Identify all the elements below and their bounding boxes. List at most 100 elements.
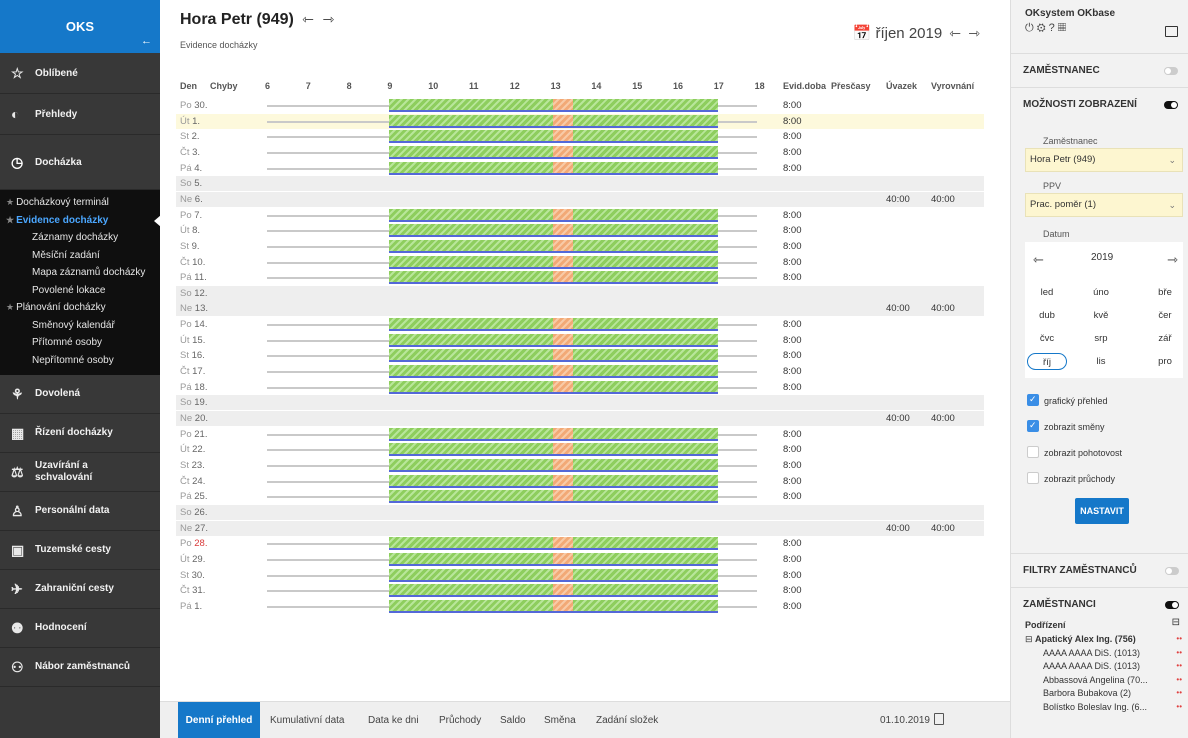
next-employee-icon[interactable]: ⇾ xyxy=(322,11,334,27)
table-row[interactable]: Út 8. 8:00 xyxy=(176,223,984,238)
employee-item[interactable]: AAAA AAAA DiS. (1013) xyxy=(1043,661,1188,671)
submenu-item[interactable]: Záznamy docházky xyxy=(0,229,160,247)
toggle-filtry[interactable] xyxy=(1165,567,1179,575)
table-row[interactable]: So 12. xyxy=(176,285,984,301)
help-icon[interactable]: ? xyxy=(1049,22,1058,34)
toggle-zamestnanec[interactable] xyxy=(1164,67,1178,75)
submenu-item[interactable]: Nepřítomné osoby xyxy=(0,352,160,370)
tab-6[interactable]: Zadání složek xyxy=(596,702,658,738)
prev-employee-icon[interactable]: ⇽ xyxy=(302,11,314,27)
month-říj[interactable]: říj xyxy=(1027,353,1067,370)
tab-4[interactable]: Saldo xyxy=(500,702,526,738)
submenu-item[interactable]: Přítomné osoby xyxy=(0,334,160,352)
submenu-item[interactable]: ★ Plánování docházky xyxy=(0,299,160,317)
table-row[interactable]: Pá 25. 8:00 xyxy=(176,489,984,504)
table-row[interactable]: Pá 18. 8:00 xyxy=(176,380,984,395)
submenu-item[interactable]: Povolené lokace xyxy=(0,282,160,300)
tab-1[interactable]: Kumulativní data xyxy=(270,702,345,738)
app-logo[interactable]: OKS ← xyxy=(0,0,160,53)
collapse-arrow-icon[interactable]: ← xyxy=(141,35,152,47)
table-row[interactable]: Po 21. 8:00 xyxy=(176,427,984,442)
month-úno[interactable]: úno xyxy=(1081,284,1121,301)
toggle-moznosti[interactable] xyxy=(1164,101,1178,109)
submenu-item[interactable]: Mapa záznamů docházky xyxy=(0,264,160,282)
table-row[interactable]: St 9. 8:00 xyxy=(176,239,984,254)
table-row[interactable]: Út 15. 8:00 xyxy=(176,333,984,348)
table-row[interactable]: Út 29. 8:00 xyxy=(176,552,984,567)
month-selector[interactable]: 📅 říjen 2019 ⇽ ⇾ xyxy=(853,24,980,42)
table-row[interactable]: Po 7. 8:00 xyxy=(176,208,984,223)
sidebar-item-prehledy[interactable]: ◐ Přehledy xyxy=(0,94,160,135)
sidebar-item-vacation[interactable]: ⚘ Dovolená xyxy=(0,375,160,414)
table-row[interactable]: Čt 17. 8:00 xyxy=(176,364,984,379)
table-row[interactable]: Čt 31. 8:00 xyxy=(176,583,984,598)
month-srp[interactable]: srp xyxy=(1081,330,1121,347)
prev-month-icon[interactable]: ⇽ xyxy=(949,25,961,41)
month-čer[interactable]: čer xyxy=(1145,307,1185,324)
select-ppv[interactable]: Prac. poměr (1) ⌄ xyxy=(1025,193,1183,217)
tab-5[interactable]: Směna xyxy=(544,702,576,738)
prev-year-icon[interactable]: ⇽ xyxy=(1033,252,1044,268)
table-row[interactable]: Pá 11. 8:00 xyxy=(176,270,984,285)
table-row[interactable]: St 16. 8:00 xyxy=(176,348,984,363)
employee-item[interactable]: Abbassová Angelina (70... xyxy=(1043,675,1188,685)
set-button[interactable]: NASTAVIT xyxy=(1075,498,1129,524)
tab-2[interactable]: Data ke dni xyxy=(368,702,419,738)
table-row[interactable]: St 23. 8:00 xyxy=(176,458,984,473)
table-row[interactable]: Po 28. 8:00 xyxy=(176,536,984,551)
submenu-item[interactable]: ★ Docházkový terminál xyxy=(0,194,160,212)
section-filtry[interactable]: FILTRY ZAMĚSTNANCŮ xyxy=(1011,553,1188,587)
table-row[interactable]: Ne 13. 40:00 40:00 xyxy=(176,301,984,317)
tab-3[interactable]: Průchody xyxy=(439,702,481,738)
employee-item[interactable]: ⊟ Apatický Alex Ing. (756) xyxy=(1025,634,1175,645)
month-zář[interactable]: zář xyxy=(1145,330,1185,347)
table-row[interactable]: Ne 27. 40:00 40:00 xyxy=(176,520,984,536)
collapse-node-icon[interactable]: ⊟ xyxy=(1025,634,1035,644)
sidebar-item-bus[interactable]: ▣ Tuzemské cesty xyxy=(0,531,160,570)
month-dub[interactable]: dub xyxy=(1027,307,1067,324)
section-zamestnanci[interactable]: ZAMĚSTNANCI xyxy=(1011,587,1188,621)
table-row[interactable]: St 2. 8:00 xyxy=(176,129,984,144)
checkbox-graficky[interactable] xyxy=(1027,394,1039,406)
checkbox-pohotovost[interactable] xyxy=(1027,446,1039,458)
table-row[interactable]: Čt 24. 8:00 xyxy=(176,474,984,489)
checkbox-smeny[interactable] xyxy=(1027,420,1039,432)
tab-calendar-icon[interactable] xyxy=(934,713,944,725)
tab-0[interactable]: Denní přehled xyxy=(178,702,260,738)
table-row[interactable]: So 19. xyxy=(176,395,984,411)
table-row[interactable]: Čt 3. 8:00 xyxy=(176,145,984,160)
sidebar-item-calendar[interactable]: ▦ Řízení docházky xyxy=(0,414,160,453)
select-zamestnanec[interactable]: Hora Petr (949) ⌄ xyxy=(1025,148,1183,172)
table-row[interactable]: Út 1. 8:00 xyxy=(176,113,984,129)
employee-item[interactable]: AAAA AAAA DiS. (1013) xyxy=(1043,648,1188,658)
gear-icon[interactable]: ⚙ xyxy=(1037,22,1049,34)
table-row[interactable]: Pá 1. 8:00 xyxy=(176,599,984,614)
sidebar-item-rating[interactable]: ⚉ Hodnocení xyxy=(0,609,160,648)
month-lis[interactable]: lis xyxy=(1081,353,1121,370)
month-pro[interactable]: pro xyxy=(1145,353,1185,370)
table-row[interactable]: Út 22. 8:00 xyxy=(176,442,984,457)
table-row[interactable]: So 5. xyxy=(176,176,984,192)
table-row[interactable]: Ne 6. 40:00 40:00 xyxy=(176,191,984,207)
submenu-item[interactable]: Směnový kalendář xyxy=(0,317,160,335)
month-bře[interactable]: bře xyxy=(1145,284,1185,301)
grid-icon[interactable]: ▦ xyxy=(1058,22,1069,34)
sidebar-item-gavel[interactable]: ⚖ Uzavírání a schvalování xyxy=(0,453,160,492)
section-zamestnanec[interactable]: ZAMĚSTNANEC xyxy=(1011,53,1188,87)
sidebar-item-dochazka[interactable]: ◷ Docházka xyxy=(0,135,160,190)
month-kvě[interactable]: kvě xyxy=(1081,307,1121,324)
section-moznosti[interactable]: MOŽNOSTI ZOBRAZENÍ xyxy=(1011,87,1188,121)
next-month-icon[interactable]: ⇾ xyxy=(968,25,980,41)
table-row[interactable]: Po 14. 8:00 xyxy=(176,317,984,332)
sidebar-item-person[interactable]: ♙ Personální data xyxy=(0,492,160,531)
month-čvc[interactable]: čvc xyxy=(1027,330,1067,347)
power-icon[interactable]: ⏻ xyxy=(1025,22,1037,34)
employee-item[interactable]: Barbora Bubakova (2) xyxy=(1043,688,1188,698)
sidebar-item-recruit[interactable]: ⚇ Nábor zaměstnanců xyxy=(0,648,160,687)
panel-toggle-icon[interactable] xyxy=(1165,26,1178,37)
next-year-icon[interactable]: ⇾ xyxy=(1167,252,1178,268)
table-row[interactable]: Ne 20. 40:00 40:00 xyxy=(176,411,984,426)
sidebar-item-plane[interactable]: ✈ Zahraniční cesty xyxy=(0,570,160,609)
toggle-zamestnanci[interactable] xyxy=(1165,601,1179,609)
collapse-tree-icon[interactable]: ⊟ xyxy=(1172,617,1180,628)
